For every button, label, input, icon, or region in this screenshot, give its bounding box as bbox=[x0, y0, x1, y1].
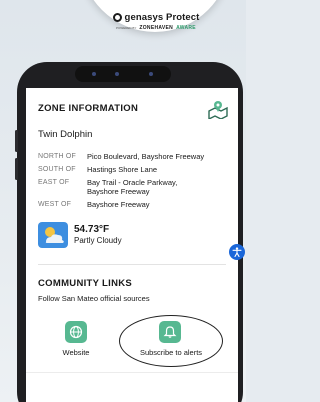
north-of-value: Pico Boulevard, Bayshore Freeway bbox=[87, 152, 205, 161]
north-of-label: NORTH OF bbox=[38, 153, 77, 160]
powered-by-label: POWERED BY bbox=[116, 26, 137, 30]
community-section-title: COMMUNITY LINKS bbox=[38, 278, 133, 289]
zone-name: Twin Dolphin bbox=[38, 129, 93, 140]
map-pin-icon[interactable] bbox=[207, 99, 229, 119]
east-of-value: Bay Trail - Oracle Parkway, Bayshore Fre… bbox=[87, 178, 178, 196]
community-subtitle: Follow San Mateo official sources bbox=[38, 294, 150, 303]
south-of-value: Hastings Shore Lane bbox=[87, 165, 158, 174]
notch-sensor bbox=[92, 72, 96, 76]
globe-icon bbox=[69, 325, 83, 339]
section-divider bbox=[38, 264, 226, 265]
notch-sensor bbox=[115, 72, 119, 76]
zone-section-title: ZONE INFORMATION bbox=[38, 103, 139, 114]
west-of-value: Bayshore Freeway bbox=[87, 200, 150, 209]
aware-label: AWARE bbox=[176, 25, 196, 31]
subscribe-alerts-button[interactable] bbox=[159, 321, 181, 343]
partly-cloudy-icon bbox=[38, 222, 68, 248]
next-section-card bbox=[26, 372, 238, 402]
west-of-label: WEST OF bbox=[38, 201, 72, 208]
zonehaven-label: ZONEHAVEN bbox=[139, 25, 174, 31]
brand-title-row: genasys Protect bbox=[112, 12, 200, 23]
phone-side-button bbox=[15, 158, 18, 180]
phone-side-button bbox=[15, 130, 18, 152]
south-of-label: SOUTH OF bbox=[38, 166, 76, 173]
weather-condition: Partly Cloudy bbox=[74, 236, 122, 245]
temperature-value: 54.73°F bbox=[74, 224, 110, 235]
east-of-label: EAST OF bbox=[38, 179, 70, 186]
brand-subtitle-row: POWERED BY ZONEHAVEN AWARE bbox=[116, 25, 196, 31]
website-button[interactable] bbox=[65, 321, 87, 343]
accessibility-button[interactable] bbox=[229, 244, 245, 260]
brand-name: genasys Protect bbox=[124, 12, 200, 23]
phone-notch bbox=[75, 66, 171, 82]
subscribe-alerts-label[interactable]: Subscribe to alerts bbox=[126, 348, 216, 357]
accessibility-icon bbox=[232, 247, 242, 257]
brand-header: genasys Protect POWERED BY ZONEHAVEN AWA… bbox=[96, 12, 216, 42]
website-label[interactable]: Website bbox=[52, 348, 100, 357]
notch-camera bbox=[149, 72, 153, 76]
genasys-logo-icon bbox=[112, 13, 122, 22]
bell-icon bbox=[163, 326, 177, 338]
